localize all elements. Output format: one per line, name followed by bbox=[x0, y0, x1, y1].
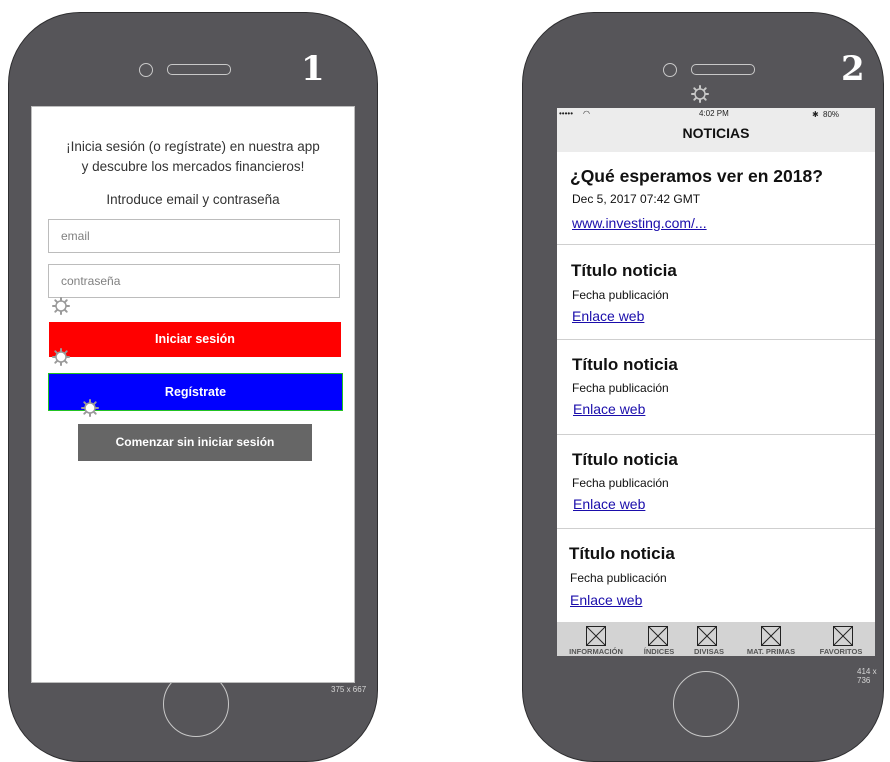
camera-icon bbox=[139, 63, 153, 77]
status-bar: ••••• ◠ 4:02 PM ✱ 80% NOTICIAS bbox=[557, 108, 875, 152]
news-link[interactable]: Enlace web bbox=[573, 401, 645, 417]
login-button[interactable]: Iniciar sesión bbox=[49, 322, 341, 357]
image-placeholder-icon bbox=[833, 626, 853, 646]
news-title: Título noticia bbox=[572, 355, 678, 374]
intro-text-line-2: y descubre los mercados financieros! bbox=[81, 159, 305, 174]
image-placeholder-icon bbox=[761, 626, 781, 646]
password-field[interactable] bbox=[48, 264, 340, 298]
dimension-label: 414 x 736 bbox=[857, 667, 877, 685]
status-time: 4:02 PM bbox=[699, 109, 729, 118]
image-placeholder-icon bbox=[648, 626, 668, 646]
image-placeholder-icon bbox=[586, 626, 606, 646]
tab-indices[interactable]: ÍNDICES bbox=[635, 622, 683, 656]
dimension-label: 375 x 667 bbox=[331, 685, 367, 694]
tab-materias-primas[interactable]: MAT. PRIMAS bbox=[735, 622, 807, 656]
tab-favoritos[interactable]: FAVORITOS bbox=[809, 622, 873, 656]
signal-indicator: ••••• bbox=[559, 109, 574, 118]
news-date: Fecha publicación bbox=[572, 288, 669, 302]
news-date: Dec 5, 2017 07:42 GMT bbox=[572, 192, 701, 206]
tab-label: FAVORITOS bbox=[819, 647, 863, 656]
tab-label: DIVISAS bbox=[693, 647, 724, 656]
image-placeholder-icon bbox=[697, 626, 717, 646]
news-link[interactable]: Enlace web bbox=[570, 592, 642, 608]
news-date: Fecha publicación bbox=[570, 571, 667, 585]
news-date: Fecha publicación bbox=[572, 381, 669, 395]
news-item[interactable]: ¿Qué esperamos ver en 2018? Dec 5, 2017 … bbox=[557, 152, 875, 245]
phone-number-label: 1 bbox=[301, 49, 325, 89]
tab-label: INFORMACIÓN bbox=[569, 647, 623, 656]
guest-start-button[interactable]: Comenzar sin iniciar sesión bbox=[78, 424, 312, 461]
email-input[interactable] bbox=[49, 220, 339, 252]
tab-divisas[interactable]: DIVISAS bbox=[685, 622, 733, 656]
news-item[interactable]: Título noticia Fecha publicación Enlace … bbox=[557, 528, 875, 622]
tab-label: MAT. PRIMAS bbox=[746, 647, 796, 656]
email-field[interactable] bbox=[48, 219, 340, 253]
instruction-text: Introduce email y contraseña bbox=[106, 192, 280, 207]
wifi-icon: ◠ bbox=[583, 109, 590, 118]
login-screen: ¡Inicia sesión (o regístrate) en nuestra… bbox=[31, 106, 355, 683]
news-title: Título noticia bbox=[569, 544, 675, 563]
gear-icon bbox=[691, 85, 709, 103]
home-button[interactable] bbox=[673, 671, 739, 737]
gear-icon bbox=[52, 348, 70, 366]
intro-text-line-1: ¡Inicia sesión (o regístrate) en nuestra… bbox=[66, 139, 320, 154]
news-screen: ••••• ◠ 4:02 PM ✱ 80% NOTICIAS ¿Qué espe… bbox=[557, 108, 875, 656]
password-input[interactable] bbox=[49, 265, 339, 297]
news-title: ¿Qué esperamos ver en 2018? bbox=[570, 166, 823, 186]
tab-label: ÍNDICES bbox=[643, 647, 675, 656]
bluetooth-icon: ✱ bbox=[812, 110, 819, 119]
news-link[interactable]: www.investing.com/... bbox=[572, 215, 707, 231]
battery-level: 80% bbox=[823, 110, 840, 119]
news-link[interactable]: Enlace web bbox=[572, 308, 644, 324]
gear-icon bbox=[81, 399, 99, 417]
speaker-grille bbox=[167, 64, 231, 75]
bottom-tab-bar: INFORMACIÓN ÍNDICES DIVISAS MAT. PRIMAS … bbox=[557, 622, 875, 656]
tab-informacion[interactable]: INFORMACIÓN bbox=[559, 622, 633, 656]
phone-number-label: 2 bbox=[841, 49, 865, 89]
speaker-grille bbox=[691, 64, 755, 75]
news-title: Título noticia bbox=[571, 261, 677, 280]
gear-icon bbox=[52, 297, 70, 315]
header-title: NOTICIAS bbox=[682, 125, 750, 141]
camera-icon bbox=[663, 63, 677, 77]
news-title: Título noticia bbox=[572, 450, 678, 469]
news-link[interactable]: Enlace web bbox=[573, 496, 645, 512]
news-date: Fecha publicación bbox=[572, 476, 669, 490]
news-item[interactable]: Título noticia Fecha publicación Enlace … bbox=[557, 244, 875, 340]
news-item[interactable]: Título noticia Fecha publicación Enlace … bbox=[557, 434, 875, 529]
news-item[interactable]: Título noticia Fecha publicación Enlace … bbox=[557, 339, 875, 435]
